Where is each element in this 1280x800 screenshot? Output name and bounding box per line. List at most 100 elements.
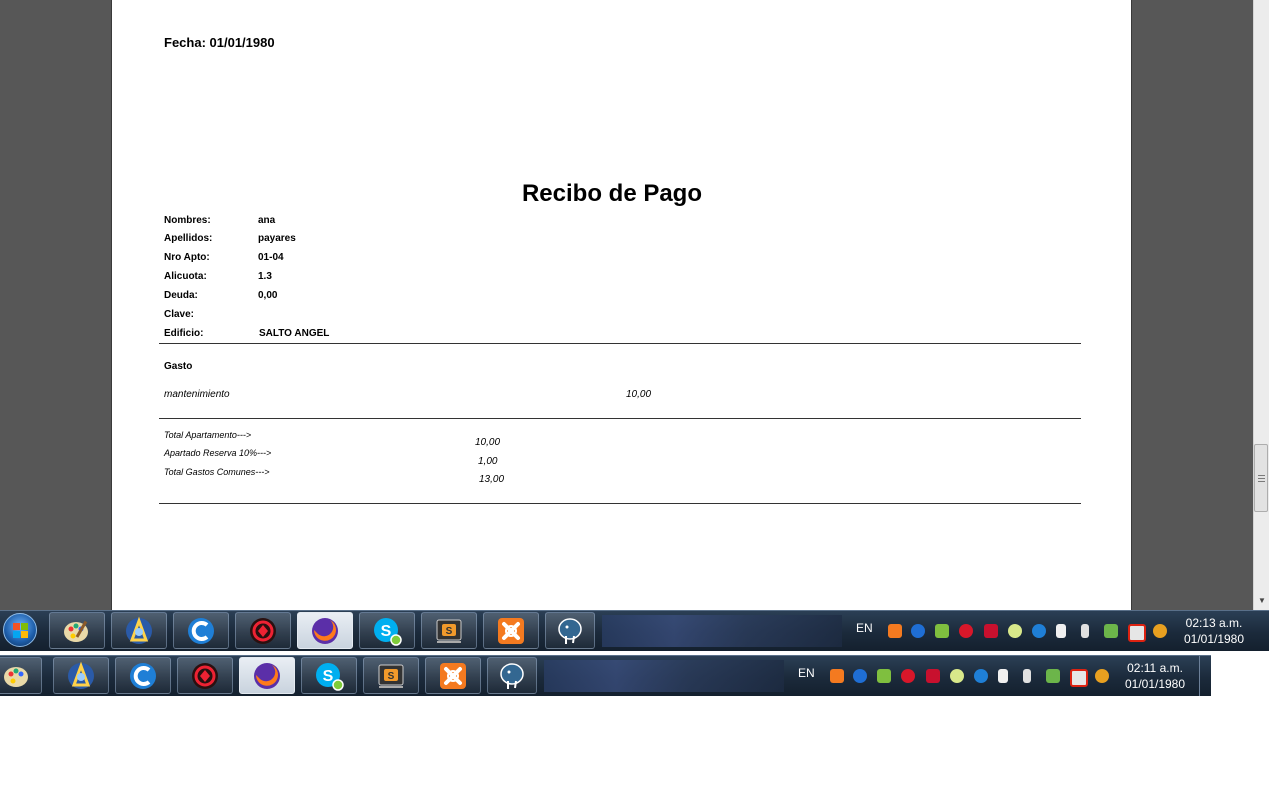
field-value-deuda: 0,00 — [258, 290, 278, 301]
taskbar-app-postgresql[interactable] — [545, 612, 595, 649]
svg-text:S: S — [323, 668, 334, 685]
teamviewer-tray-icon[interactable] — [911, 624, 925, 638]
clock-date: 01/01/1980 — [1124, 677, 1186, 691]
security-tray-icon[interactable] — [877, 669, 891, 683]
gasto-item-name: mantenimiento — [164, 389, 230, 400]
action-center-icon[interactable] — [1070, 669, 1088, 687]
taskbar-app-avast[interactable] — [235, 612, 291, 649]
sublime-text-icon: S — [378, 664, 404, 688]
postgresql-icon — [558, 617, 582, 644]
taskbar-app-firefox[interactable] — [239, 657, 295, 694]
clock[interactable]: 02:13 a.m. 01/01/1980 — [1179, 615, 1249, 647]
taskbar-app-xampp[interactable] — [483, 612, 539, 649]
scrollbar-thumb[interactable] — [1254, 444, 1268, 512]
firefox-icon — [254, 662, 280, 689]
total-value-apartamento: 10,00 — [475, 437, 501, 448]
network-icon[interactable] — [1104, 624, 1118, 638]
taskbar-app-arcgis[interactable] — [53, 657, 109, 694]
taskbar-app-skype[interactable]: S — [359, 612, 415, 649]
total-label-apartamento: Total Apartamento---> — [164, 430, 252, 440]
scroll-down-arrow-icon[interactable]: ▼ — [1258, 596, 1266, 605]
field-value-edificio: SALTO ANGEL — [259, 328, 330, 339]
arcgis-icon — [126, 616, 152, 644]
field-value-apellidos: payares — [258, 233, 296, 244]
taskbar-app-ccleaner[interactable] — [173, 612, 229, 649]
field-label-deuda: Deuda: — [164, 290, 198, 301]
start-button[interactable] — [3, 613, 37, 647]
clock-date: 01/01/1980 — [1183, 632, 1245, 646]
avast-icon — [250, 617, 276, 644]
show-desktop-divider[interactable] — [1199, 656, 1200, 696]
language-indicator[interactable]: EN — [856, 621, 873, 635]
field-label-nro-apto: Nro Apto: — [164, 252, 210, 263]
ccleaner-tray-icon[interactable] — [974, 669, 988, 683]
volume-icon[interactable] — [1081, 624, 1089, 638]
taskbar-app-arcgis[interactable] — [111, 612, 167, 649]
security-tray-icon[interactable] — [935, 624, 949, 638]
divider-line — [159, 418, 1081, 419]
vertical-scrollbar[interactable] — [1253, 0, 1270, 610]
arcgis-icon — [68, 661, 94, 689]
total-label-reserva: Apartado Reserva 10%---> — [164, 448, 272, 458]
taskbar-app-paint[interactable] — [49, 612, 105, 649]
grip-line — [1258, 481, 1265, 482]
taskbar-app-skype[interactable]: S — [301, 657, 357, 694]
taskbar-blurred-area — [544, 660, 784, 692]
sublime-text-icon: S — [436, 619, 462, 643]
clock[interactable]: 02:11 a.m. 01/01/1980 — [1120, 660, 1190, 692]
svg-text:S: S — [446, 626, 453, 637]
taskbar-app-xampp[interactable] — [425, 657, 481, 694]
taskbar-app-firefox[interactable] — [297, 612, 353, 649]
document-page: Fecha: 01/01/1980 Recibo de Pago Nombres… — [111, 0, 1132, 610]
taskbar-app-paint[interactable] — [0, 657, 42, 694]
teamviewer-tray-icon[interactable] — [853, 669, 867, 683]
safely-remove-tray-icon[interactable] — [998, 669, 1008, 683]
total-value-gastos-comunes: 13,00 — [479, 474, 505, 485]
field-label-alicuota: Alicuota: — [164, 271, 207, 282]
paint-icon — [64, 620, 88, 642]
taskbar-app-postgresql[interactable] — [487, 657, 537, 694]
taskbar-top: S S EN 02:13 a.m. 01/01/1980 — [0, 610, 1269, 651]
action-center-icon[interactable] — [1128, 624, 1146, 642]
gasto-header: Gasto — [164, 361, 193, 372]
volume-icon[interactable] — [1023, 669, 1031, 683]
total-label-gastos-comunes: Total Gastos Comunes---> — [164, 467, 270, 477]
ccleaner-tray-icon[interactable] — [1032, 624, 1046, 638]
safely-remove-tray-icon[interactable] — [1056, 624, 1066, 638]
xampp-tray-icon[interactable] — [830, 669, 844, 683]
field-label-edificio: Edificio: — [164, 328, 204, 339]
skype-icon: S — [374, 617, 402, 646]
evernote-tray-icon[interactable] — [1008, 624, 1022, 638]
power-icon[interactable] — [1095, 669, 1109, 683]
field-value-nro-apto: 01-04 — [258, 252, 284, 263]
network-icon[interactable] — [1046, 669, 1060, 683]
language-indicator[interactable]: EN — [798, 666, 815, 680]
xampp-icon — [498, 617, 524, 644]
divider-line — [159, 503, 1081, 504]
opera-tray-icon[interactable] — [959, 624, 973, 638]
window-edge — [1269, 0, 1280, 610]
grip-line — [1258, 475, 1265, 476]
xampp-tray-icon[interactable] — [888, 624, 902, 638]
clock-time: 02:13 a.m. — [1185, 616, 1243, 630]
gasto-item-amount: 10,00 — [626, 389, 652, 400]
ccleaner-icon — [130, 662, 156, 689]
taskbar-app-ccleaner[interactable] — [115, 657, 171, 694]
taskbar-app-avast[interactable] — [177, 657, 233, 694]
opera-tray-icon[interactable] — [901, 669, 915, 683]
field-label-nombres: Nombres: — [164, 215, 211, 226]
acrobat-tray-icon[interactable] — [926, 669, 940, 683]
field-value-alicuota: 1.3 — [258, 271, 272, 282]
receipt-date: Fecha: 01/01/1980 — [164, 35, 275, 50]
taskbar-app-sublime[interactable]: S — [421, 612, 477, 649]
divider-line — [159, 343, 1081, 344]
taskbar-app-sublime[interactable]: S — [363, 657, 419, 694]
power-icon[interactable] — [1153, 624, 1167, 638]
xampp-icon — [440, 662, 466, 689]
taskbar-bottom: S S EN 02:11 a.m. 01/01/1980 — [0, 655, 1211, 696]
acrobat-tray-icon[interactable] — [984, 624, 998, 638]
evernote-tray-icon[interactable] — [950, 669, 964, 683]
firefox-icon — [312, 617, 338, 644]
ccleaner-icon — [188, 617, 214, 644]
paint-icon — [4, 666, 28, 687]
